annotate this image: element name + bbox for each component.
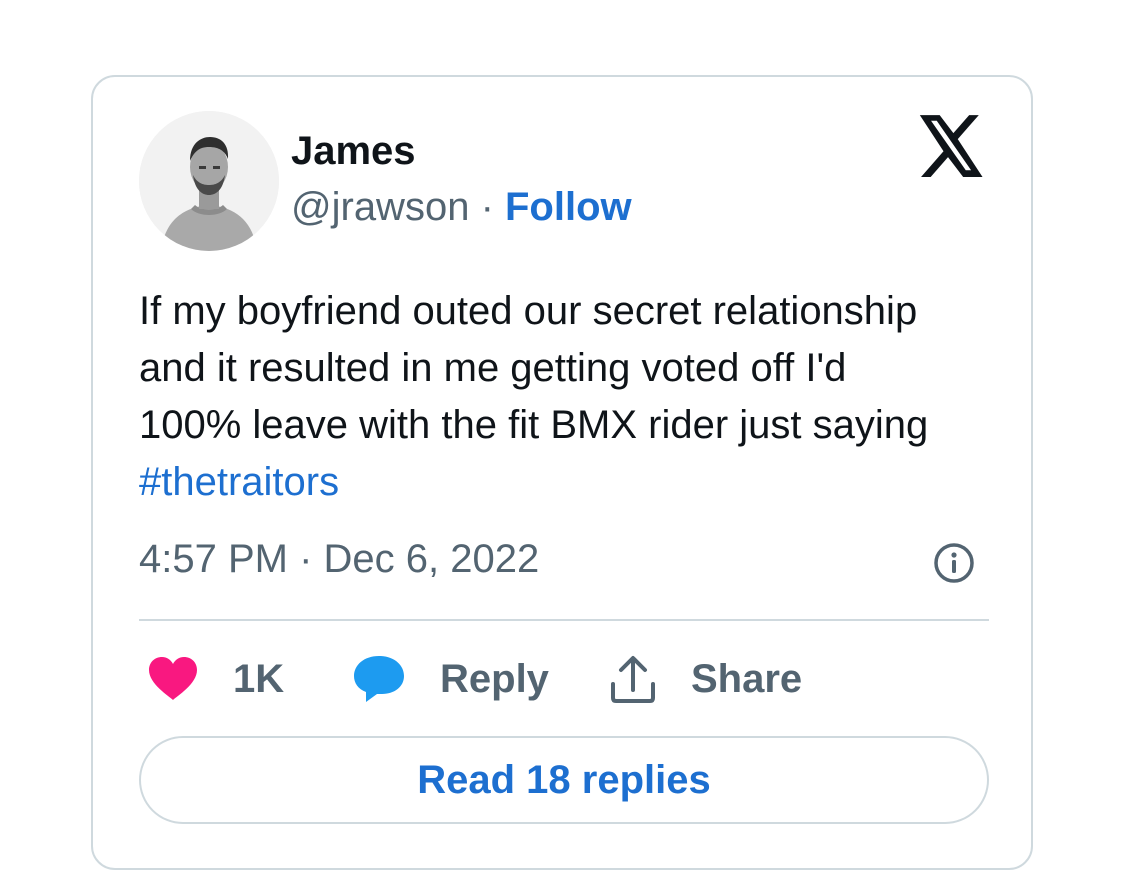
reply-button[interactable]: Reply bbox=[352, 649, 549, 709]
like-button[interactable]: 1K bbox=[147, 649, 284, 709]
hashtag-link[interactable]: #thetraitors bbox=[139, 460, 339, 504]
tweet-body: If my boyfriend outed our secret relatio… bbox=[139, 289, 929, 447]
tweet-text: If my boyfriend outed our secret relatio… bbox=[139, 283, 959, 511]
info-icon[interactable] bbox=[933, 542, 975, 584]
x-logo-icon[interactable] bbox=[919, 115, 985, 177]
share-upload-icon bbox=[611, 656, 655, 703]
tweet-card: James @jrawson · Follow If my boyfriend … bbox=[91, 75, 1033, 870]
reply-label: Reply bbox=[440, 657, 549, 701]
read-replies-button[interactable]: Read 18 replies bbox=[139, 736, 989, 824]
author-handle-row: @jrawson · Follow bbox=[291, 183, 632, 231]
share-label: Share bbox=[691, 657, 803, 701]
heart-icon bbox=[149, 657, 197, 700]
avatar-photo-icon bbox=[139, 111, 279, 251]
author-name[interactable]: James bbox=[291, 127, 416, 175]
speech-bubble-icon bbox=[354, 656, 404, 702]
tweet-timestamp[interactable]: 4:57 PM · Dec 6, 2022 bbox=[139, 535, 539, 583]
author-handle[interactable]: @jrawson bbox=[291, 185, 469, 229]
divider bbox=[139, 619, 989, 621]
share-button[interactable]: Share bbox=[609, 649, 802, 709]
separator-dot: · bbox=[480, 185, 505, 229]
avatar[interactable] bbox=[139, 111, 279, 251]
like-count: 1K bbox=[233, 657, 285, 701]
follow-button[interactable]: Follow bbox=[505, 185, 632, 229]
